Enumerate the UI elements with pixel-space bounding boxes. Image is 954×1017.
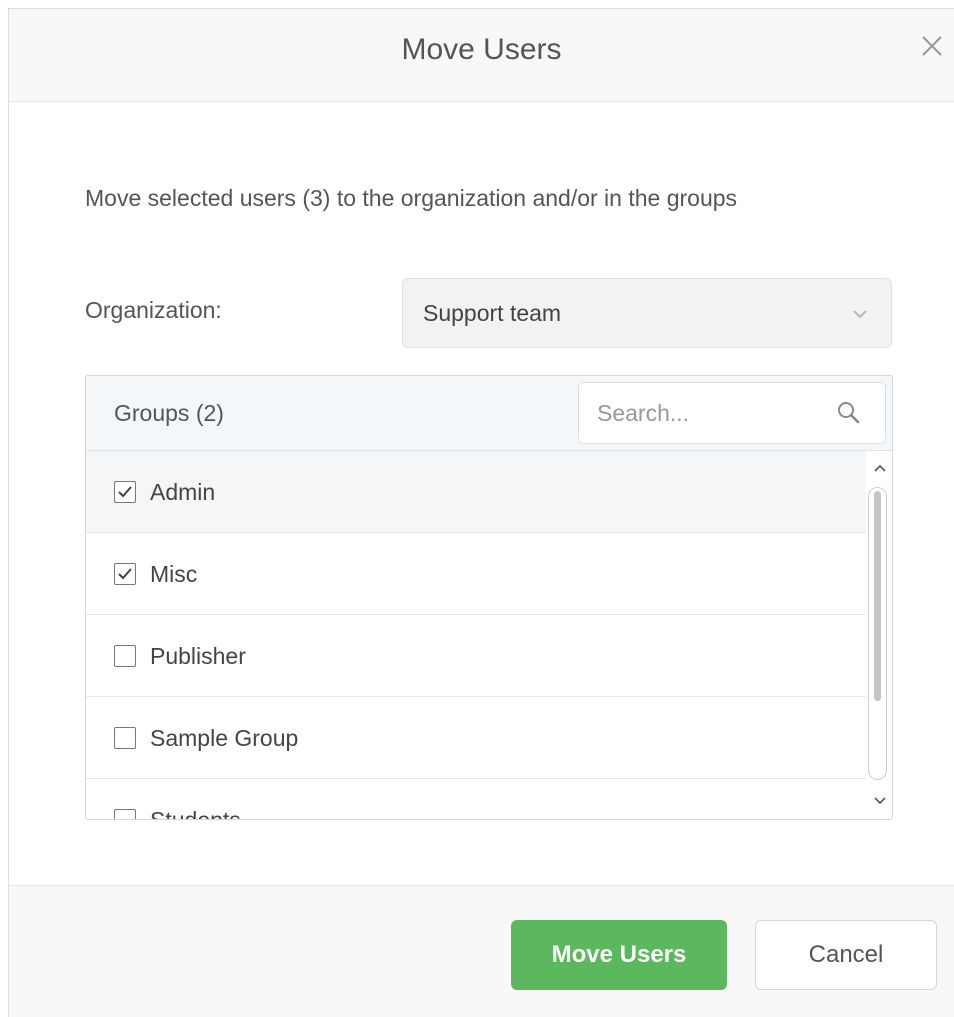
groups-search-box <box>578 382 886 444</box>
scroll-track[interactable] <box>868 487 887 780</box>
groups-panel: Groups (2) Admin <box>85 375 893 820</box>
dialog-header: Move Users <box>9 9 954 102</box>
chevron-down-icon <box>849 303 871 325</box>
group-row-students[interactable]: Students <box>86 779 866 820</box>
dialog-title: Move Users <box>401 33 562 66</box>
groups-scrollbar[interactable] <box>866 451 892 819</box>
group-label-misc: Misc <box>150 561 198 587</box>
group-label-students: Students <box>150 807 241 820</box>
group-row-sample-group[interactable]: Sample Group <box>86 697 866 779</box>
group-row-admin[interactable]: Admin <box>86 451 866 533</box>
group-row-misc[interactable]: Misc <box>86 533 866 615</box>
groups-title: Groups (2) <box>114 400 224 426</box>
group-label-admin: Admin <box>150 479 216 505</box>
search-icon[interactable] <box>835 399 863 427</box>
groups-header: Groups (2) <box>86 376 892 451</box>
move-users-dialog: Move Users Move selected users (3) to th… <box>8 8 954 1017</box>
group-label-sample-group: Sample Group <box>150 725 299 751</box>
groups-list: Admin Misc Publisher Sample Group Studen… <box>86 451 866 820</box>
intro-text: Move selected users (3) to the organizat… <box>85 185 738 211</box>
checkbox-admin[interactable] <box>114 481 136 503</box>
checkbox-publisher[interactable] <box>114 645 136 667</box>
organization-selected-value: Support team <box>423 300 562 326</box>
move-users-button[interactable]: Move Users <box>511 920 727 990</box>
organization-select[interactable]: Support team <box>402 278 892 348</box>
group-row-publisher[interactable]: Publisher <box>86 615 866 697</box>
checkbox-misc[interactable] <box>114 563 136 585</box>
close-icon[interactable] <box>917 31 947 61</box>
groups-search-input[interactable] <box>579 383 829 443</box>
scroll-up-arrow-icon[interactable] <box>873 461 887 473</box>
cancel-button[interactable]: Cancel <box>755 920 937 990</box>
scroll-thumb[interactable] <box>874 491 881 701</box>
checkbox-sample-group[interactable] <box>114 727 136 749</box>
dialog-footer: Move Users Cancel <box>9 885 954 1017</box>
checkbox-students[interactable] <box>114 809 136 819</box>
group-label-publisher: Publisher <box>150 643 246 669</box>
scroll-down-arrow-icon[interactable] <box>873 794 887 806</box>
organization-label: Organization: <box>85 297 222 323</box>
